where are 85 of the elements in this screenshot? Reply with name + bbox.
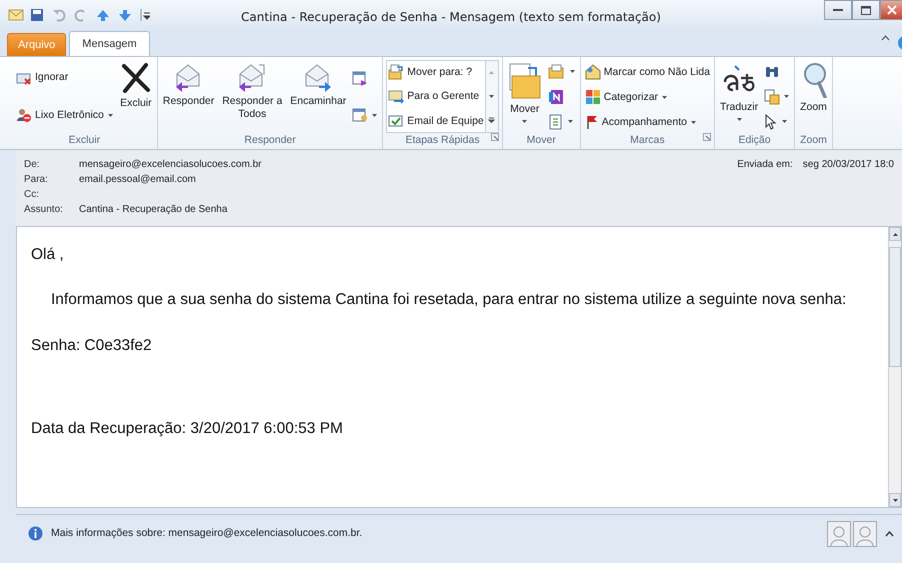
open-folder-icon [548, 64, 566, 80]
forward-icon [303, 62, 334, 92]
scroll-up-icon[interactable] [892, 232, 898, 236]
scrollbar[interactable] [888, 227, 901, 507]
info-icon [28, 526, 43, 541]
customize-menu-icon[interactable] [140, 8, 150, 22]
group-label: Mover [526, 133, 556, 148]
group-label: Edição [738, 133, 771, 148]
dialog-launcher-icon[interactable] [702, 133, 711, 142]
ribbon-button[interactable]: Responder [160, 60, 216, 110]
group-label: Excluir [68, 133, 100, 148]
field-value: mensageiro@excelenciasolucoes.com.br [79, 158, 262, 172]
field-label: De: [24, 158, 41, 172]
save-icon[interactable] [30, 8, 44, 22]
color-squares-icon [584, 89, 601, 106]
field-label: Enviada em: [737, 159, 793, 170]
up-arrow-icon[interactable] [96, 8, 110, 22]
ribbon-button[interactable]: Email de Equipe [387, 112, 485, 130]
caret-icon [783, 94, 790, 99]
field-label: Para: [24, 173, 49, 187]
field-value: Cantina - Recuperação de Senha [79, 203, 228, 217]
field-value: seg 20/03/2017 18:0 [802, 159, 894, 170]
ribbon-button[interactable]: Mover para: ? [387, 63, 485, 82]
field-label: Assunto: [24, 203, 64, 217]
scroll-down-icon[interactable] [892, 498, 898, 502]
caret-icon [690, 120, 697, 125]
message-text: Olá , [31, 245, 65, 265]
person-blocked-icon [16, 107, 32, 124]
down-arrow-icon[interactable] [118, 8, 132, 22]
message-text: Senha: C0e33fe2 [31, 336, 153, 356]
notebook-icon [548, 88, 564, 104]
ribbon-button[interactable]: Mover [506, 60, 544, 126]
calendar-icon [352, 70, 368, 86]
caret-icon [661, 94, 668, 100]
ribbon-button[interactable]: Ignorar [15, 68, 115, 87]
close-button[interactable] [880, 0, 902, 20]
message-text: Informamos que a sua senha do sistema Cantina foi resetada, para entrar no sistema utilize a seguinte nova senha: [50, 290, 848, 310]
window-title: Cantina - Recuperação de Senha - Mensagem (texto sem formatação) [241, 10, 661, 24]
cursor-icon [764, 114, 778, 130]
minimize-icon [833, 8, 843, 12]
calendar-person-icon [352, 107, 368, 124]
maximize-icon [861, 6, 871, 14]
ribbon-button[interactable]: Marcar como Não Lida [584, 62, 711, 81]
field-label: Cc: [24, 188, 40, 202]
ribbon-button[interactable]: Categorizar [584, 88, 711, 106]
field-value: email.pessoal@email.com [79, 173, 196, 187]
more-icon[interactable] [488, 117, 496, 124]
flag-icon [584, 115, 599, 130]
caret-icon [566, 119, 574, 124]
group-label: Etapas Rápidas [405, 133, 480, 148]
envelope-arrow-icon [388, 88, 404, 104]
scrollbar-thumb[interactable] [889, 247, 901, 367]
caret-icon [521, 118, 528, 124]
message-text: Data da Recuperação: 3/20/2017 6:00:53 PM [31, 418, 344, 439]
envelope-open-icon [584, 64, 601, 80]
group-label: Marcas [630, 133, 665, 148]
ribbon-button[interactable]: Lixo Eletrônico [15, 106, 115, 124]
ribbon-button[interactable]: Zoom [798, 60, 829, 116]
caret-icon [781, 119, 788, 124]
info-text: Mais informações sobre: mensageiro@excelenciasolucoes.com.br. [51, 526, 362, 541]
minimize-button[interactable] [824, 0, 852, 20]
ribbon-button[interactable]: Excluir [118, 60, 154, 112]
expand-icon[interactable] [885, 530, 894, 536]
close-icon [886, 5, 896, 15]
replace-icon [764, 88, 780, 104]
caret-icon [568, 69, 576, 74]
ribbon-button[interactable]: Responder a Todos [219, 60, 286, 122]
group-label: Responder [244, 133, 296, 148]
ribbon-button[interactable]: Para o Gerente [387, 87, 485, 106]
folder-icon [508, 62, 542, 100]
ribbon-button[interactable]: Traduzir [718, 60, 760, 124]
maximize-button[interactable] [852, 0, 880, 20]
ribbon-button[interactable]: Encaminhar [288, 60, 348, 110]
rules-icon [548, 114, 564, 130]
caret-icon [371, 112, 378, 118]
ribbon-button[interactable]: Acompanhamento [584, 114, 711, 130]
dialog-launcher-icon[interactable] [490, 133, 499, 142]
caret-icon [106, 112, 114, 118]
collapse-ribbon-icon[interactable] [881, 35, 890, 41]
ribbon-tab[interactable]: Mensagem [69, 30, 150, 56]
delete-x-icon [120, 62, 152, 94]
caret-icon [736, 116, 743, 122]
scroll-down-icon[interactable] [488, 94, 496, 99]
group-label: Zoom [800, 133, 827, 148]
reply-all-icon [237, 62, 268, 92]
